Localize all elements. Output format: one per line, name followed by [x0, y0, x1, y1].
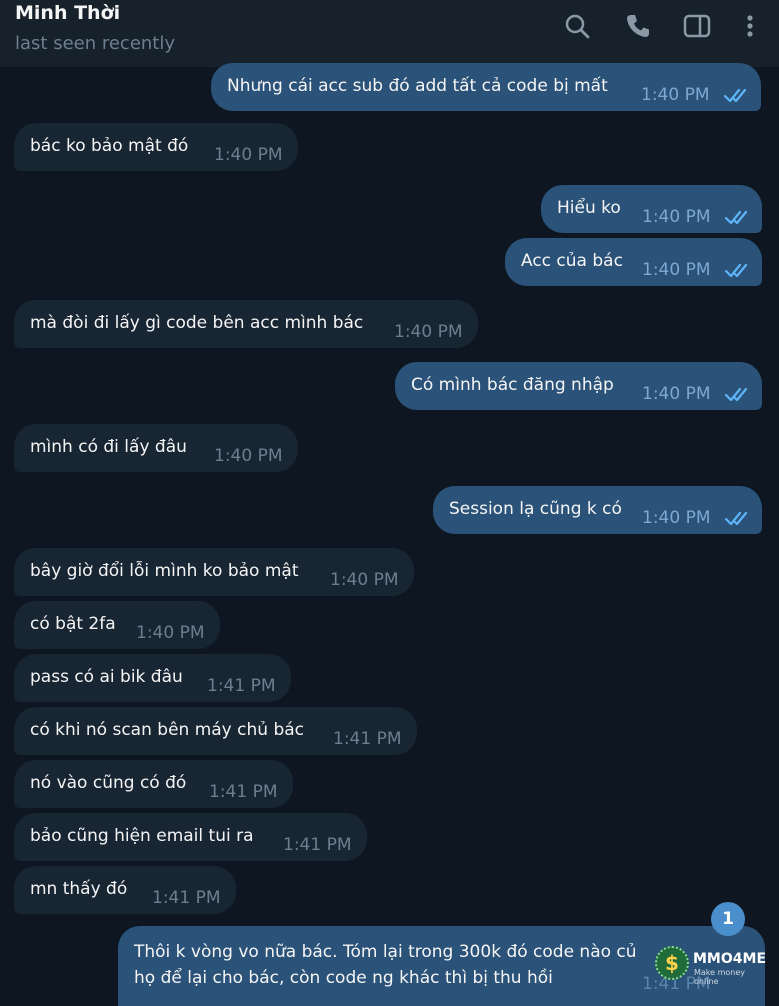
message-bubble-incoming[interactable]: bác ko bảo mật đó 1:40 PM	[14, 123, 298, 171]
message-text: có khi nó scan bên máy chủ bác	[30, 720, 305, 740]
message-text: bảo cũng hiện email tui ra	[30, 826, 254, 846]
message-text: bây giờ đổi lỗi mình ko bảo mật	[30, 561, 299, 581]
message-text-line-2: họ để lại cho bác, còn code ng khác thì …	[134, 968, 553, 988]
contact-name[interactable]: Minh Thời	[15, 2, 120, 24]
phone-icon[interactable]	[623, 11, 653, 41]
read-receipt-icon	[725, 386, 753, 402]
message-bubble-outgoing[interactable]: Có mình bác đăng nhập 1:40 PM	[395, 362, 762, 410]
message-text: mn thấy đó	[30, 879, 128, 899]
message-bubble-outgoing[interactable]: Hiểu ko 1:40 PM	[541, 185, 762, 233]
message-bubble-outgoing[interactable]: Session lạ cũng k có 1:40 PM	[433, 486, 762, 534]
message-time: 1:41 PM	[207, 676, 276, 696]
message-time: 1:40 PM	[642, 207, 711, 227]
message-bubble-outgoing[interactable]: Nhưng cái acc sub đó add tất cả code bị …	[211, 63, 761, 111]
message-time: 1:40 PM	[394, 322, 463, 342]
message-bubble-incoming[interactable]: bảo cũng hiện email tui ra 1:41 PM	[14, 813, 367, 861]
coin-icon: $	[655, 946, 689, 980]
watermark-logo: $ MMO4ME Make money online	[655, 944, 767, 986]
message-time: 1:41 PM	[333, 729, 402, 749]
read-receipt-icon	[725, 510, 753, 526]
message-text: nó vào cũng có đó	[30, 773, 187, 793]
message-text: Session lạ cũng k có	[449, 499, 622, 519]
search-icon[interactable]	[562, 11, 592, 41]
message-text: mình có đi lấy đâu	[30, 437, 187, 457]
chat-header: Minh Thời last seen recently	[0, 0, 779, 67]
message-time: 1:40 PM	[136, 623, 205, 643]
read-receipt-icon	[725, 262, 753, 278]
message-bubble-incoming[interactable]: có bật 2fa 1:40 PM	[14, 601, 220, 649]
message-text-line-1: Thôi k vòng vo nữa bác. Tóm lại trong 30…	[134, 942, 637, 962]
message-bubble-incoming[interactable]: mà đòi đi lấy gì code bên acc mình bác 1:…	[14, 300, 478, 348]
message-time: 1:40 PM	[642, 260, 711, 280]
message-time: 1:40 PM	[214, 145, 283, 165]
message-text: Nhưng cái acc sub đó add tất cả code bị …	[227, 76, 608, 96]
read-receipt-icon	[725, 209, 753, 225]
message-bubble-incoming[interactable]: có khi nó scan bên máy chủ bác 1:41 PM	[14, 707, 417, 755]
message-bubble-incoming[interactable]: mình có đi lấy đâu 1:40 PM	[14, 424, 298, 472]
message-time: 1:40 PM	[330, 570, 399, 590]
contact-status: last seen recently	[15, 33, 176, 54]
message-bubble-outgoing[interactable]: Acc của bác 1:40 PM	[505, 238, 762, 286]
message-time: 1:41 PM	[209, 782, 278, 802]
unread-count-badge[interactable]: 1	[711, 902, 745, 936]
message-time: 1:40 PM	[641, 85, 710, 105]
message-text: Acc của bác	[521, 251, 623, 271]
read-receipt-icon	[724, 87, 752, 103]
message-text: có bật 2fa	[30, 614, 116, 634]
message-bubble-incoming[interactable]: bây giờ đổi lỗi mình ko bảo mật 1:40 PM	[14, 548, 414, 596]
message-time: 1:40 PM	[642, 384, 711, 404]
message-time: 1:41 PM	[152, 888, 221, 908]
watermark-tagline: Make money online	[694, 968, 746, 986]
message-text: pass có ai bik đâu	[30, 667, 183, 687]
message-text: bác ko bảo mật đó	[30, 136, 189, 156]
watermark-brand: MMO4ME	[693, 951, 767, 967]
message-bubble-incoming[interactable]: mn thấy đó 1:41 PM	[14, 866, 236, 914]
message-time: 1:40 PM	[642, 508, 711, 528]
message-time: 1:40 PM	[214, 446, 283, 466]
message-text: Hiểu ko	[557, 198, 621, 218]
more-vert-icon[interactable]	[735, 11, 765, 41]
message-bubble-incoming[interactable]: nó vào cũng có đó 1:41 PM	[14, 760, 293, 808]
message-time: 1:41 PM	[283, 835, 352, 855]
message-bubble-incoming[interactable]: pass có ai bik đâu 1:41 PM	[14, 654, 291, 702]
message-text: Có mình bác đăng nhập	[411, 375, 614, 395]
message-text: mà đòi đi lấy gì code bên acc mình bác	[30, 313, 364, 333]
sidebar-toggle-icon[interactable]	[682, 11, 712, 41]
